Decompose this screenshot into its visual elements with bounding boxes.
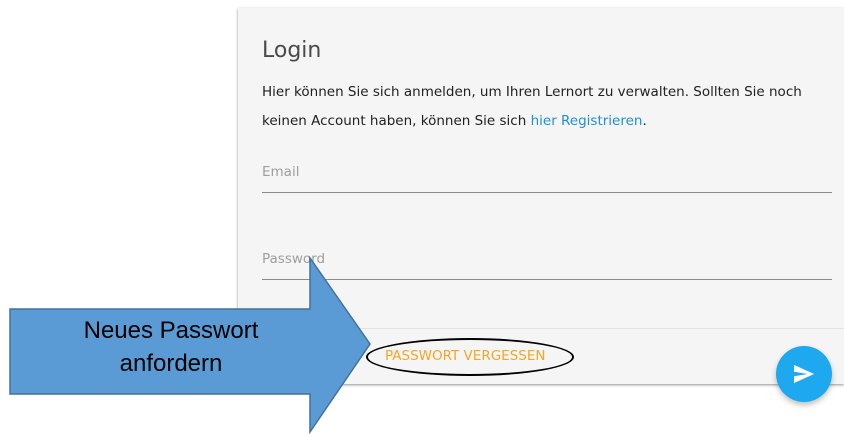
forgot-password-button[interactable]: PASSWORT VERGESSEN	[385, 348, 545, 364]
intro-text: Hier können Sie sich anmelden, um Ihren …	[262, 78, 842, 136]
callout-text-line-2: anfordern	[119, 350, 223, 377]
register-link[interactable]: hier Registrieren	[531, 113, 643, 129]
submit-button[interactable]	[776, 346, 832, 402]
password-field[interactable]: Password	[262, 249, 832, 280]
password-label: Password	[262, 251, 326, 267]
email-field[interactable]: Email	[262, 162, 832, 193]
callout-text: Neues Passwort anfordern	[12, 314, 330, 380]
callout-text-line-1: Neues Passwort	[83, 317, 259, 344]
intro-text-end: .	[642, 113, 647, 129]
card-title: Login	[262, 38, 322, 63]
page: Login Hier können Sie sich anmelden, um …	[0, 0, 844, 437]
email-label: Email	[262, 164, 300, 180]
send-icon	[794, 364, 814, 384]
